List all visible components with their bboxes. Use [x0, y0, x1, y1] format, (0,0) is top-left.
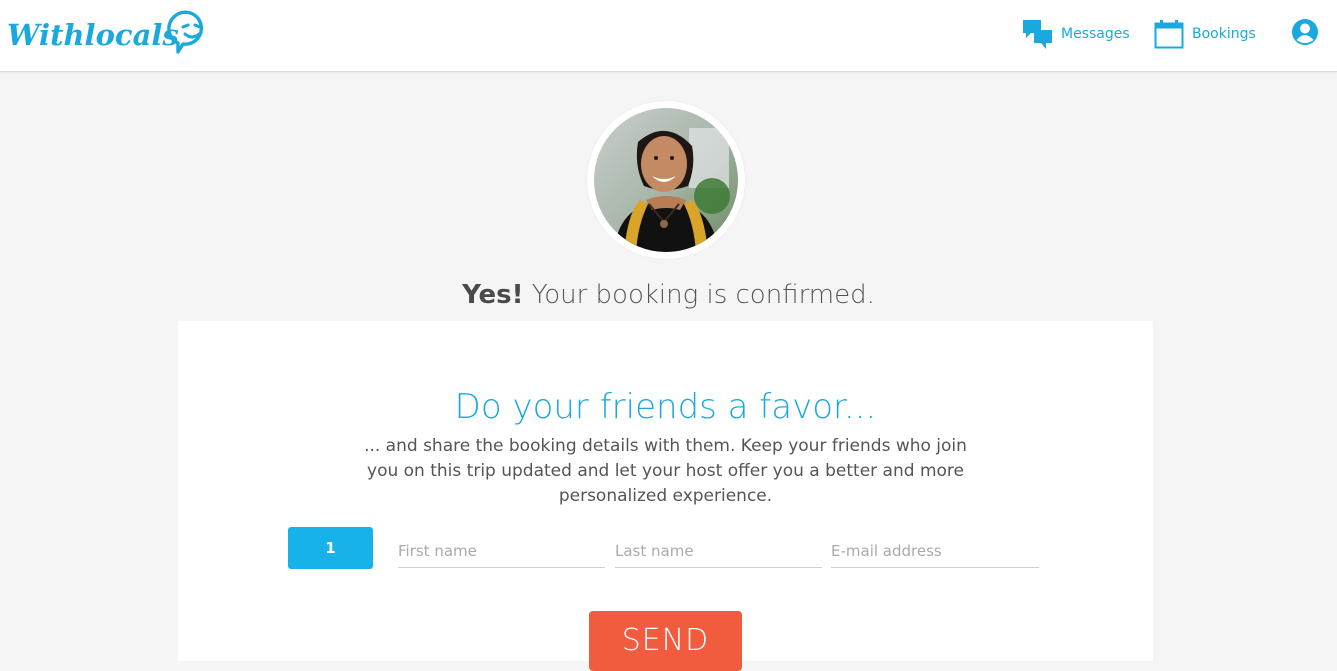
host-avatar [594, 108, 738, 252]
booking-confirmed-heading: Yes! Your booking is confirmed. [0, 280, 1337, 310]
logo-wordmark: Withlocals [7, 18, 179, 52]
nav-bookings[interactable]: Bookings [1154, 16, 1256, 52]
messages-icon [1023, 18, 1053, 50]
user-account-icon[interactable] [1291, 18, 1319, 46]
send-button[interactable]: SEND [589, 611, 742, 671]
first-name-input[interactable] [398, 535, 605, 568]
withlocals-logo[interactable]: Withlocals [5, 8, 215, 58]
confirmation-text: Your booking is confirmed. [523, 280, 875, 310]
calendar-icon [1154, 19, 1184, 49]
nav-messages[interactable]: Messages [1023, 16, 1130, 52]
top-navigation-bar: Withlocals Messages Bookings [0, 0, 1337, 72]
confirmation-yes: Yes! [462, 280, 524, 310]
share-description: ... and share the booking details with t… [364, 436, 967, 506]
nav-messages-label: Messages [1061, 26, 1130, 42]
share-booking-card: Do your friends a favor... ... and share… [178, 321, 1153, 671]
share-title: Do your friends a favor... [454, 387, 877, 427]
email-input[interactable] [831, 535, 1039, 568]
friend-row-number: 1 [288, 527, 373, 569]
nav-bookings-label: Bookings [1192, 26, 1256, 42]
last-name-input[interactable] [615, 535, 822, 568]
